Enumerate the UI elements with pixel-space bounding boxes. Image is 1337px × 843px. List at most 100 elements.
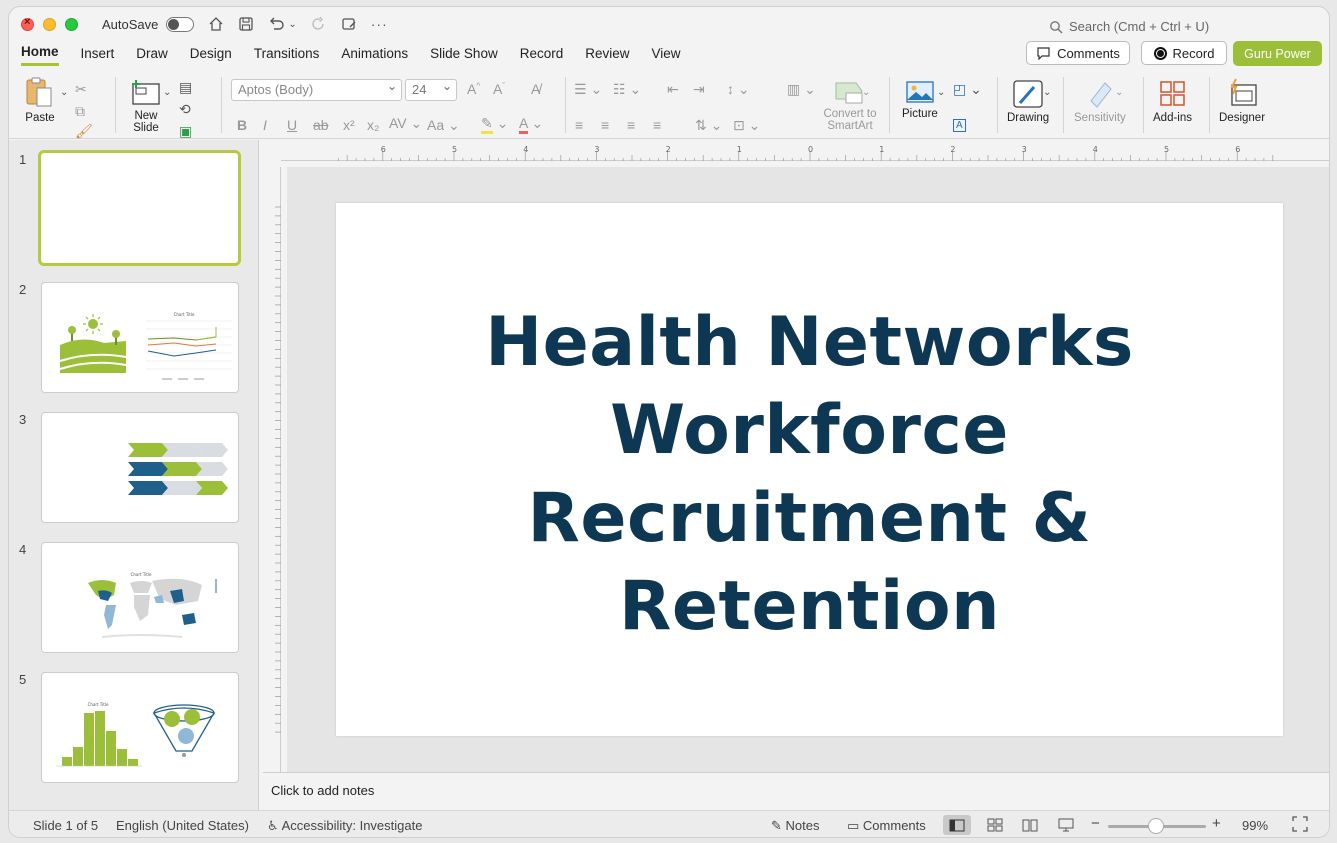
zoom-level[interactable]: 99% <box>1242 818 1268 833</box>
align-center-icon[interactable]: ≡ <box>601 117 609 133</box>
increase-font-icon[interactable]: A^ <box>467 81 480 97</box>
smartart-dropdown-icon[interactable]: ⌄ <box>862 87 870 98</box>
slide-thumbnail-5[interactable]: Chart Title <box>41 672 239 783</box>
addins-button[interactable]: Add-ins <box>1153 79 1192 124</box>
font-size-dropdown[interactable]: 24 <box>405 79 457 101</box>
section-icon[interactable]: ▣ <box>179 123 192 140</box>
copy-icon[interactable]: ⧉ <box>75 103 85 120</box>
tab-insert[interactable]: Insert <box>81 46 115 65</box>
drawing-dropdown-icon[interactable]: ⌄ <box>1043 87 1051 98</box>
change-case-icon[interactable]: Aa ⌄ <box>427 117 460 134</box>
columns-icon[interactable]: ▥ ⌄ <box>787 81 816 98</box>
normal-view-icon <box>949 819 965 831</box>
search-bar[interactable]: Search (Cmd + Ctrl + U) <box>1049 19 1209 34</box>
tab-record[interactable]: Record <box>520 46 564 65</box>
more-options-icon[interactable]: ··· <box>371 16 388 32</box>
font-name-dropdown[interactable]: Aptos (Body) <box>231 79 402 101</box>
paste-button[interactable]: Paste <box>23 75 57 124</box>
close-window-button[interactable] <box>21 16 34 31</box>
tab-view[interactable]: View <box>652 46 681 65</box>
tab-transitions[interactable]: Transitions <box>254 46 320 65</box>
layout-icon[interactable]: ▤ <box>179 79 192 96</box>
picture-button[interactable]: Picture <box>902 79 938 120</box>
tab-review[interactable]: Review <box>585 46 629 65</box>
decrease-indent-icon[interactable]: ⇤ <box>667 81 679 98</box>
picture-dropdown-icon[interactable]: ⌄ <box>937 87 945 98</box>
tab-draw[interactable]: Draw <box>136 46 168 65</box>
minimize-window-button[interactable] <box>43 17 56 31</box>
increase-indent-icon[interactable]: ⇥ <box>693 81 705 98</box>
slide-sorter-button[interactable] <box>981 815 1009 835</box>
save-icon[interactable] <box>238 16 254 32</box>
character-spacing-icon[interactable]: AV ⌄ <box>389 115 422 132</box>
strikethrough-icon[interactable]: ab <box>313 117 329 133</box>
slide-thumbnail-3[interactable] <box>41 412 239 523</box>
record-button[interactable]: Record <box>1141 41 1227 65</box>
notes-pane[interactable]: Click to add notes <box>263 772 1329 810</box>
clear-formatting-icon[interactable]: A̸ <box>531 81 540 97</box>
tab-slide-show[interactable]: Slide Show <box>430 46 498 65</box>
subscript-icon[interactable]: x₂ <box>367 117 379 133</box>
accessibility-checker[interactable]: ♿︎ Accessibility: Investigate <box>267 818 422 834</box>
drawing-label: Drawing <box>1007 112 1050 124</box>
slide-editing-canvas[interactable]: Health Networks Workforce Recruitment & … <box>287 167 1329 772</box>
bullets-icon[interactable]: ☰ ⌄ <box>574 81 602 98</box>
italic-icon[interactable]: I <box>263 117 267 133</box>
reading-view-icon <box>1022 819 1038 832</box>
tab-design[interactable]: Design <box>190 46 232 65</box>
new-slide-button[interactable]: New Slide <box>126 79 166 134</box>
comments-button[interactable]: Comments <box>1026 41 1130 65</box>
bold-icon[interactable]: B <box>237 117 247 133</box>
undo-icon[interactable]: ⌄ <box>268 16 297 32</box>
slide-thumbnail-1[interactable] <box>38 150 241 266</box>
drawing-button[interactable]: Drawing <box>1007 79 1049 124</box>
autosave-toggle[interactable] <box>166 16 195 32</box>
text-box-icon[interactable]: A <box>953 115 966 132</box>
comments-toggle[interactable]: ▭ Comments <box>847 818 926 834</box>
maximize-window-button[interactable] <box>65 17 78 31</box>
justify-icon[interactable]: ≡ <box>653 117 661 133</box>
new-slide-dropdown-icon[interactable]: ⌄ <box>163 87 171 98</box>
ribbon-divider <box>889 77 890 133</box>
underline-icon[interactable]: U <box>287 117 297 133</box>
current-slide[interactable]: Health Networks Workforce Recruitment & … <box>336 203 1283 736</box>
home-icon[interactable] <box>208 16 224 32</box>
line-spacing-icon[interactable]: ↕ ⌄ <box>727 81 750 98</box>
slide-show-button[interactable] <box>1052 815 1080 835</box>
text-direction-icon[interactable]: ⇅ ⌄ <box>695 117 722 134</box>
shapes-icon[interactable]: ◰ ⌄ <box>953 81 982 98</box>
superscript-icon[interactable]: x² <box>343 117 355 133</box>
paste-dropdown-icon[interactable]: ⌄ <box>60 87 68 98</box>
language-indicator[interactable]: English (United States) <box>116 818 249 833</box>
align-text-icon[interactable]: ⊡ ⌄ <box>733 117 760 134</box>
reading-view-button[interactable] <box>1016 815 1044 835</box>
zoom-slider-handle[interactable] <box>1148 818 1164 834</box>
zoom-out-button[interactable]: − <box>1091 815 1100 832</box>
slide-title-textbox[interactable]: Health Networks Workforce Recruitment & … <box>336 299 1283 651</box>
format-painter-icon[interactable]: 🖌 <box>75 123 93 140</box>
redo-icon[interactable] <box>311 16 327 32</box>
sensitivity-dropdown-icon[interactable]: ⌄ <box>1115 87 1123 98</box>
cut-icon[interactable]: ✂ <box>75 81 87 98</box>
notes-toggle[interactable]: ✎ Notes <box>771 818 820 834</box>
align-left-icon[interactable]: ≡ <box>575 117 583 133</box>
decrease-font-icon[interactable]: Aˇ <box>493 81 505 97</box>
highlight-icon[interactable]: ✎ ⌄ <box>481 115 508 134</box>
normal-view-button[interactable] <box>943 815 971 835</box>
font-color-icon[interactable]: A ⌄ <box>519 115 543 134</box>
guru-power-button[interactable]: Guru Power <box>1233 41 1322 66</box>
tab-home[interactable]: Home <box>21 44 59 66</box>
slide-thumbnails-panel[interactable]: 1 2 Chart Title 3 4 Chart Title 5 Chart … <box>9 140 259 810</box>
sensitivity-button[interactable]: Sensitivity <box>1074 79 1126 124</box>
numbering-icon[interactable]: ☷ ⌄ <box>613 81 641 98</box>
tab-animations[interactable]: Animations <box>341 46 408 65</box>
slide-thumbnail-2[interactable]: Chart Title <box>41 282 239 393</box>
zoom-in-button[interactable]: + <box>1212 815 1221 832</box>
reset-icon[interactable]: ⟲ <box>179 101 191 118</box>
fit-to-window-icon[interactable] <box>1292 816 1308 835</box>
convert-smartart-button[interactable]: Convert to SmartArt <box>819 79 881 132</box>
slide-thumbnail-4[interactable]: Chart Title <box>41 542 239 653</box>
designer-button[interactable]: Designer <box>1219 77 1265 124</box>
customize-icon[interactable] <box>341 16 357 32</box>
align-right-icon[interactable]: ≡ <box>627 117 635 133</box>
